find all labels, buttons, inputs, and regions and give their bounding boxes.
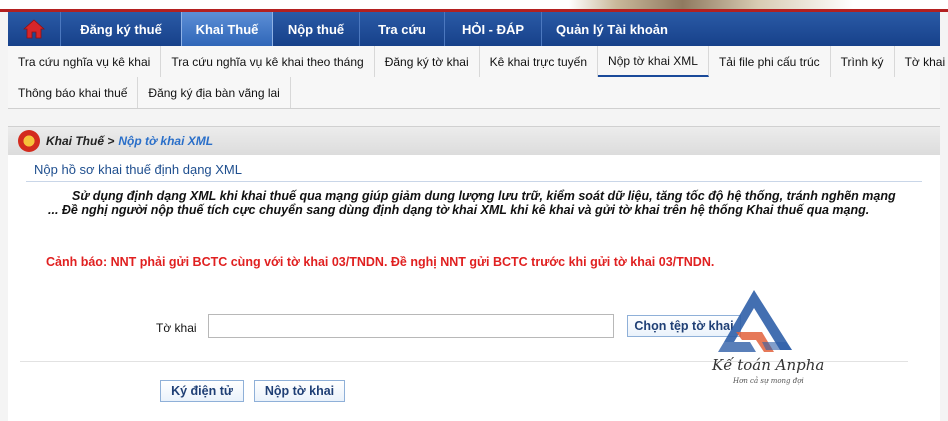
watermark-brand: Kế toán Anpha [712,356,825,374]
subnav-tra-cuu-nghia-vu[interactable]: Tra cứu nghĩa vụ kê khai [8,46,162,77]
nav-nop-thue[interactable]: Nộp thuế [273,12,359,46]
subnav-nop-to-khai-xml[interactable]: Nộp tờ khai XML [598,46,709,77]
nav-tra-cuu[interactable]: Tra cứu [360,12,444,46]
sub-nav-row: Thông báo khai thuế Đăng ký địa bàn vãng… [8,77,940,108]
intro-text: Sử dụng định dạng XML khi khai thuế qua … [48,189,896,217]
warning-text: Cảnh báo: NNT phải gửi BCTC cùng với tờ … [46,255,715,269]
main-nav: Đăng ký thuế Khai Thuế Nộp thuế Tra cứu … [8,12,940,46]
subnav-thong-bao-khai-thue[interactable]: Thông báo khai thuế [8,77,139,108]
title-divider [26,181,922,182]
subnav-ke-khai-truc-tuyen[interactable]: Kê khai trực tuyến [480,46,599,77]
home-button[interactable] [8,12,60,46]
page-title: Nộp hồ sơ khai thuế định dạng XML [34,162,242,177]
subnav-tra-cuu-theo-thang[interactable]: Tra cứu nghĩa vụ kê khai theo tháng [161,46,375,77]
subnav-tai-file-phi-cau-truc[interactable]: Tải file phi cấu trúc [709,46,831,77]
nav-quan-ly-tai-khoan[interactable]: Quản lý Tài khoản [542,12,682,46]
home-icon [23,19,45,39]
breadcrumb-current: Nộp tờ khai XML [118,134,214,148]
breadcrumb: Khai Thuế > Nộp tờ khai XML [8,126,940,156]
nav-khai-thue[interactable]: Khai Thuế [181,12,273,46]
subnav-dang-ky-to-khai[interactable]: Đăng ký tờ khai [375,46,480,77]
subnav-to-khai[interactable]: Tờ khai [895,46,948,77]
subnav-dang-ky-dia-ban[interactable]: Đăng ký địa bàn vãng lai [138,77,291,108]
anpha-logo-icon [718,290,792,352]
sub-nav: Tra cứu nghĩa vụ kê khai Tra cứu nghĩa v… [8,46,945,109]
submit-button[interactable]: Nộp tờ khai [254,380,345,402]
sub-nav-row: Tra cứu nghĩa vụ kê khai Tra cứu nghĩa v… [8,46,945,77]
national-emblem-icon [18,130,40,152]
nav-dang-ky-thue[interactable]: Đăng ký thuế [61,12,181,46]
subnav-trinh-ky[interactable]: Trình ký [831,46,895,77]
breadcrumb-parent[interactable]: Khai Thuế > [46,134,114,148]
watermark-slogan: Hơn cả sự mong đợi [733,377,804,385]
nav-hoi-dap[interactable]: HỎI - ĐÁP [445,12,541,46]
digital-sign-button[interactable]: Ký điện tử [160,380,244,402]
file-label: Tờ khai [156,321,197,335]
file-path-input[interactable] [208,314,614,338]
